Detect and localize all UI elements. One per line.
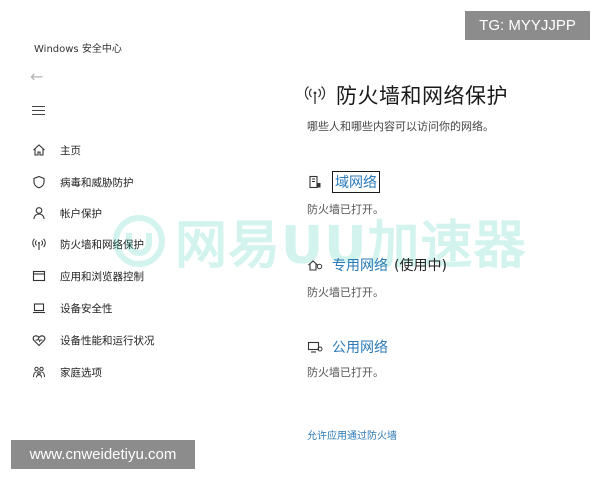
person-icon — [30, 204, 48, 222]
building-icon — [306, 174, 324, 190]
sidebar-item-label: 应用和浏览器控制 — [60, 270, 144, 283]
network-domain: 域网络 — [306, 171, 380, 193]
private-network-active-label: (使用中) — [394, 258, 447, 274]
allow-app-through-firewall-link[interactable]: 允许应用通过防火墙 — [307, 427, 397, 442]
sidebar-item-account-protection[interactable]: 帐户保护 — [30, 202, 210, 224]
sidebar-item-virus-protection[interactable]: 病毒和威胁防护 — [30, 171, 210, 193]
family-icon — [30, 363, 48, 381]
sidebar-item-label: 设备安全性 — [60, 302, 113, 315]
sidebar-item-label: 设备性能和运行状况 — [60, 334, 155, 347]
sidebar-item-label: 防火墙和网络保护 — [60, 238, 144, 251]
app-title: Windows 安全中心 — [34, 44, 122, 55]
network-private: 专用网络 (使用中) — [306, 255, 447, 275]
laptop-icon — [30, 299, 48, 317]
public-network-icon — [306, 339, 324, 355]
private-network-status: 防火墙已打开。 — [307, 286, 384, 299]
sidebar-item-device-security[interactable]: 设备安全性 — [30, 297, 210, 319]
sidebar-item-firewall[interactable]: 防火墙和网络保护 — [30, 233, 210, 255]
hamburger-icon — [32, 106, 45, 108]
shield-icon — [30, 173, 48, 191]
browser-window-icon — [30, 267, 48, 285]
page-description: 哪些人和哪些内容可以访问你的网络。 — [307, 120, 494, 133]
sidebar-item-family-options[interactable]: 家庭选项 — [30, 361, 210, 383]
home-icon — [30, 141, 48, 159]
public-network-status: 防火墙已打开。 — [307, 366, 384, 379]
domain-network-status: 防火墙已打开。 — [307, 203, 384, 216]
sidebar-item-label: 帐户保护 — [60, 207, 102, 220]
network-public: 公用网络 — [306, 337, 388, 357]
back-arrow-icon: ← — [30, 67, 44, 86]
tg-badge: TG: MYYJJPP — [465, 11, 590, 40]
page-title: 防火墙和网络保护 — [336, 84, 508, 108]
sidebar-item-label: 家庭选项 — [60, 366, 102, 379]
sidebar-item-label: 主页 — [60, 144, 81, 157]
wireless-icon — [30, 235, 48, 253]
heart-icon — [30, 331, 48, 349]
sidebar-item-app-browser-control[interactable]: 应用和浏览器控制 — [30, 265, 210, 287]
sidebar-item-home[interactable]: 主页 — [30, 139, 210, 161]
site-badge: www.cnweidetiyu.com — [11, 440, 195, 469]
sidebar-item-device-performance[interactable]: 设备性能和运行状况 — [30, 329, 210, 351]
domain-network-link[interactable]: 域网络 — [332, 171, 380, 193]
sidebar-item-label: 病毒和威胁防护 — [60, 176, 134, 189]
wireless-icon — [304, 84, 326, 110]
back-button[interactable]: ← — [30, 67, 43, 86]
private-network-link[interactable]: 专用网络 — [332, 255, 388, 275]
public-network-link[interactable]: 公用网络 — [332, 337, 388, 357]
home-network-icon — [306, 257, 324, 273]
menu-button[interactable] — [32, 106, 45, 116]
